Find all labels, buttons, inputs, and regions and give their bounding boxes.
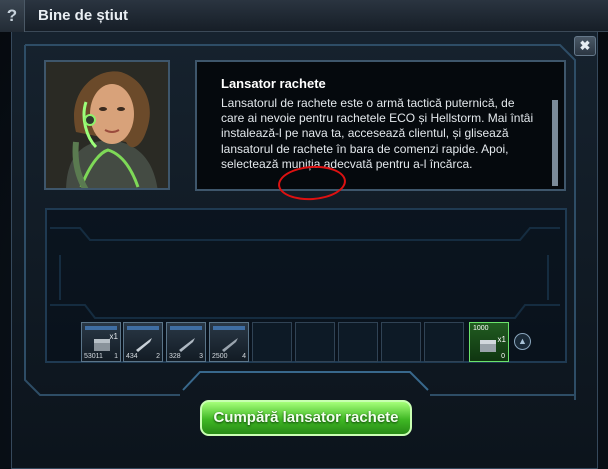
quickbar-slot-8[interactable] bbox=[381, 322, 421, 362]
info-text: Lansatorul de rachete este o armă tactic… bbox=[221, 96, 534, 171]
quickbar-slot-5[interactable] bbox=[252, 322, 292, 362]
quickbar-slot-6[interactable] bbox=[295, 322, 335, 362]
rocket-icon bbox=[136, 338, 152, 352]
buy-launcher-button[interactable]: Cumpără lansator rachete bbox=[200, 400, 412, 436]
info-box: Lansator rachete Lansatorul de rachete e… bbox=[195, 60, 566, 191]
crate-icon bbox=[94, 339, 110, 351]
slot-key: 4 bbox=[242, 353, 246, 360]
quickbar-slot-9[interactable] bbox=[424, 322, 464, 362]
slot-bar bbox=[85, 326, 117, 330]
quickbar-slot-1[interactable]: x1 53011 1 bbox=[81, 322, 121, 362]
info-scrollbar[interactable] bbox=[552, 100, 558, 186]
slot-bar bbox=[127, 326, 159, 330]
quickbar-slot-2[interactable]: 434 2 bbox=[123, 322, 163, 362]
launcher-count: 1000 bbox=[473, 325, 489, 332]
rocket-icon bbox=[222, 338, 238, 352]
close-button[interactable]: ✖ bbox=[574, 36, 596, 56]
slot-key: 3 bbox=[199, 353, 203, 360]
slot-count: 434 bbox=[126, 353, 138, 360]
woman-portrait-icon bbox=[46, 62, 168, 188]
game-dialog-root: ? Bine de știut ✖ Lansator rachete Lansa… bbox=[0, 0, 608, 469]
slot-count: 2500 bbox=[212, 353, 228, 360]
quickbar-slot-7[interactable] bbox=[338, 322, 378, 362]
slot-key: 1 bbox=[114, 353, 118, 360]
launcher-slot[interactable]: 1000 x1 0 bbox=[469, 322, 509, 362]
slot-count: 53011 bbox=[84, 353, 103, 360]
slot-key: 2 bbox=[156, 353, 160, 360]
slot-bar bbox=[213, 326, 245, 330]
character-portrait bbox=[44, 60, 170, 190]
scroll-up-button[interactable]: ▲ bbox=[514, 333, 531, 350]
crate-icon bbox=[480, 340, 496, 352]
rocket-icon bbox=[179, 338, 195, 352]
launcher-key: 0 bbox=[501, 353, 505, 360]
quickbar-slot-3[interactable]: 328 3 bbox=[166, 322, 206, 362]
quickbar-slot-4[interactable]: 2500 4 bbox=[209, 322, 249, 362]
info-title: Lansator rachete bbox=[221, 76, 326, 91]
slot-bar bbox=[170, 326, 202, 330]
launcher-quantity: x1 bbox=[497, 335, 506, 344]
slot-count: 328 bbox=[169, 353, 181, 360]
